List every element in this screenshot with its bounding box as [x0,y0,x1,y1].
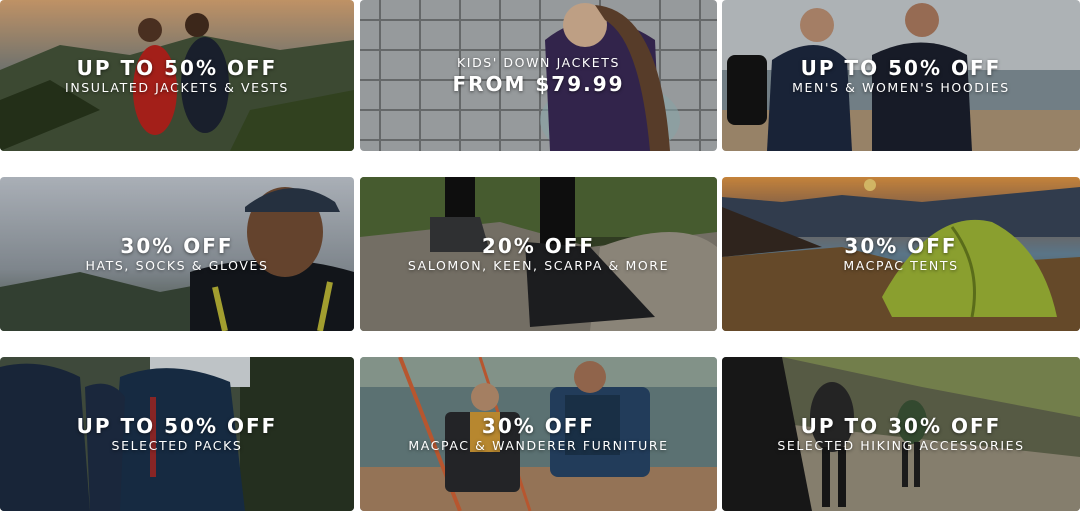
tile-subline: MACPAC & WANDERER FURNITURE [408,438,669,453]
promo-tile-furniture[interactable]: 30% OFF MACPAC & WANDERER FURNITURE [360,357,717,511]
tile-headline: UP TO 50% OFF [800,55,1002,80]
tile-subline: HATS, SOCKS & GLOVES [85,258,269,273]
promo-tile-packs[interactable]: UP TO 50% OFF SELECTED PACKS [0,357,354,511]
tile-headline: UP TO 30% OFF [800,414,1002,438]
promo-tile-hiking-accessories[interactable]: UP TO 30% OFF SELECTED HIKING ACCESSORIE… [722,357,1080,511]
promo-tile-hats-socks-gloves[interactable]: 30% OFF HATS, SOCKS & GLOVES [0,177,354,331]
tile-headline: 30% OFF [844,234,958,258]
tile-headline: 30% OFF [120,234,234,258]
tile-headline: 20% OFF [481,234,596,258]
tile-subline: MEN'S & WOMEN'S HOODIES [792,79,1010,95]
promo-tile-tents[interactable]: 30% OFF MACPAC TENTS [722,177,1080,331]
tile-subline: MACPAC TENTS [843,258,959,273]
tile-subline: SALOMON, KEEN, SCARPA & MORE [407,258,670,273]
tile-headline: FROM $79.99 [452,72,625,96]
tile-subline: INSULATED JACKETS & VESTS [65,79,289,95]
tile-subline: KIDS' DOWN JACKETS [456,55,620,70]
tile-subline: SELECTED PACKS [111,438,243,453]
tile-headline: UP TO 50% OFF [76,414,278,438]
promo-tile-hoodies[interactable]: UP TO 50% OFF MEN'S & WOMEN'S HOODIES [722,0,1080,151]
tile-headline: 30% OFF [481,414,596,438]
promo-tile-footwear[interactable]: 20% OFF SALOMON, KEEN, SCARPA & MORE [360,177,717,331]
promo-tile-insulated-jackets[interactable]: UP TO 50% OFF INSULATED JACKETS & VESTS [0,0,354,151]
tile-headline: UP TO 50% OFF [76,55,278,80]
tile-subline: SELECTED HIKING ACCESSORIES [777,438,1025,453]
promo-tile-kids-down-jackets[interactable]: KIDS' DOWN JACKETS FROM $79.99 [360,0,717,151]
